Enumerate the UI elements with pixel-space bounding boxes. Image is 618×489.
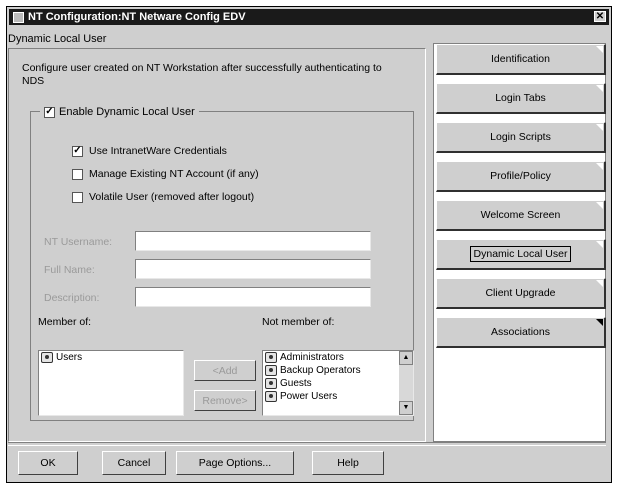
arrow-down-icon[interactable]: ▼ [399,401,413,415]
full-name-field[interactable] [135,259,371,279]
group-icon [265,378,277,389]
member-of-list[interactable]: Users [38,350,184,416]
window-title: NT Configuration:NT Netware Config EDV [28,11,246,23]
group-icon [41,352,53,363]
page-corner-icon [596,163,603,170]
list-item[interactable]: Power Users [263,390,413,403]
title-bar[interactable]: NT Configuration:NT Netware Config EDV ✕ [9,9,609,25]
tab-login-scripts[interactable]: Login Scripts [436,122,606,153]
option-label: Volatile User (removed after logout) [89,191,255,203]
tab-welcome-screen[interactable]: Welcome Screen [436,200,606,231]
full-name-label: Full Name: [44,264,95,276]
check-icon[interactable]: ✓ [44,106,55,118]
list-item[interactable]: Users [39,351,183,364]
group-icon [265,391,277,402]
page-corner-icon [596,46,603,53]
scrollbar[interactable]: ▲ ▼ [399,351,413,415]
option-label: Manage Existing NT Account (if any) [89,168,259,180]
app-icon [13,11,24,23]
not-member-of-list[interactable]: Administrators Backup Operators Guests P… [262,350,414,416]
checkbox-empty-icon[interactable] [72,168,83,180]
add-button[interactable]: <Add [194,360,256,381]
close-icon[interactable]: ✕ [594,11,606,22]
footer-divider [8,442,606,446]
page-corner-icon [596,319,603,326]
option-volatile-user[interactable]: Volatile User (removed after logout) [72,191,254,203]
option-use-credentials[interactable]: ✓ Use IntranetWare Credentials [72,145,227,157]
page-corner-icon [596,85,603,92]
nt-username-label: NT Username: [44,236,113,248]
description-field[interactable] [135,287,371,307]
tab-dynamic-local-user[interactable]: Dynamic Local User [436,239,606,270]
arrow-up-icon[interactable]: ▲ [399,351,413,365]
page-corner-icon [596,280,603,287]
list-item[interactable]: Administrators [263,351,413,364]
tab-profile-policy[interactable]: Profile/Policy [436,161,606,192]
option-label: Use IntranetWare Credentials [89,145,227,157]
cancel-button[interactable]: Cancel [102,451,166,475]
nt-username-field[interactable] [135,231,371,251]
option-manage-existing[interactable]: Manage Existing NT Account (if any) [72,168,259,180]
not-member-of-label: Not member of: [262,316,335,328]
page-corner-icon [596,202,603,209]
page-corner-icon [596,241,603,248]
panel-description: Configure user created on NT Workstation… [22,62,382,87]
enable-dynamic-user-checkbox[interactable]: ✓ Enable Dynamic Local User [40,106,199,118]
description-label: Description: [44,292,100,304]
enable-label: Enable Dynamic Local User [59,106,195,118]
checkbox-empty-icon[interactable] [72,191,83,203]
group-icon [265,352,277,363]
ok-button[interactable]: OK [18,451,78,475]
group-icon [265,365,277,376]
help-button[interactable]: Help [312,451,384,475]
remove-button[interactable]: Remove> [194,390,256,411]
member-of-label: Member of: [38,316,92,328]
page-corner-icon [596,124,603,131]
tab-login-tabs[interactable]: Login Tabs [436,83,606,114]
page-options-button[interactable]: Page Options... [176,451,294,475]
list-item[interactable]: Guests [263,377,413,390]
tab-identification[interactable]: Identification [436,44,606,75]
list-item[interactable]: Backup Operators [263,364,413,377]
check-icon[interactable]: ✓ [72,145,83,157]
tab-client-upgrade[interactable]: Client Upgrade [436,278,606,309]
tab-associations[interactable]: Associations [436,317,606,348]
panel-caption: Dynamic Local User [8,33,107,45]
